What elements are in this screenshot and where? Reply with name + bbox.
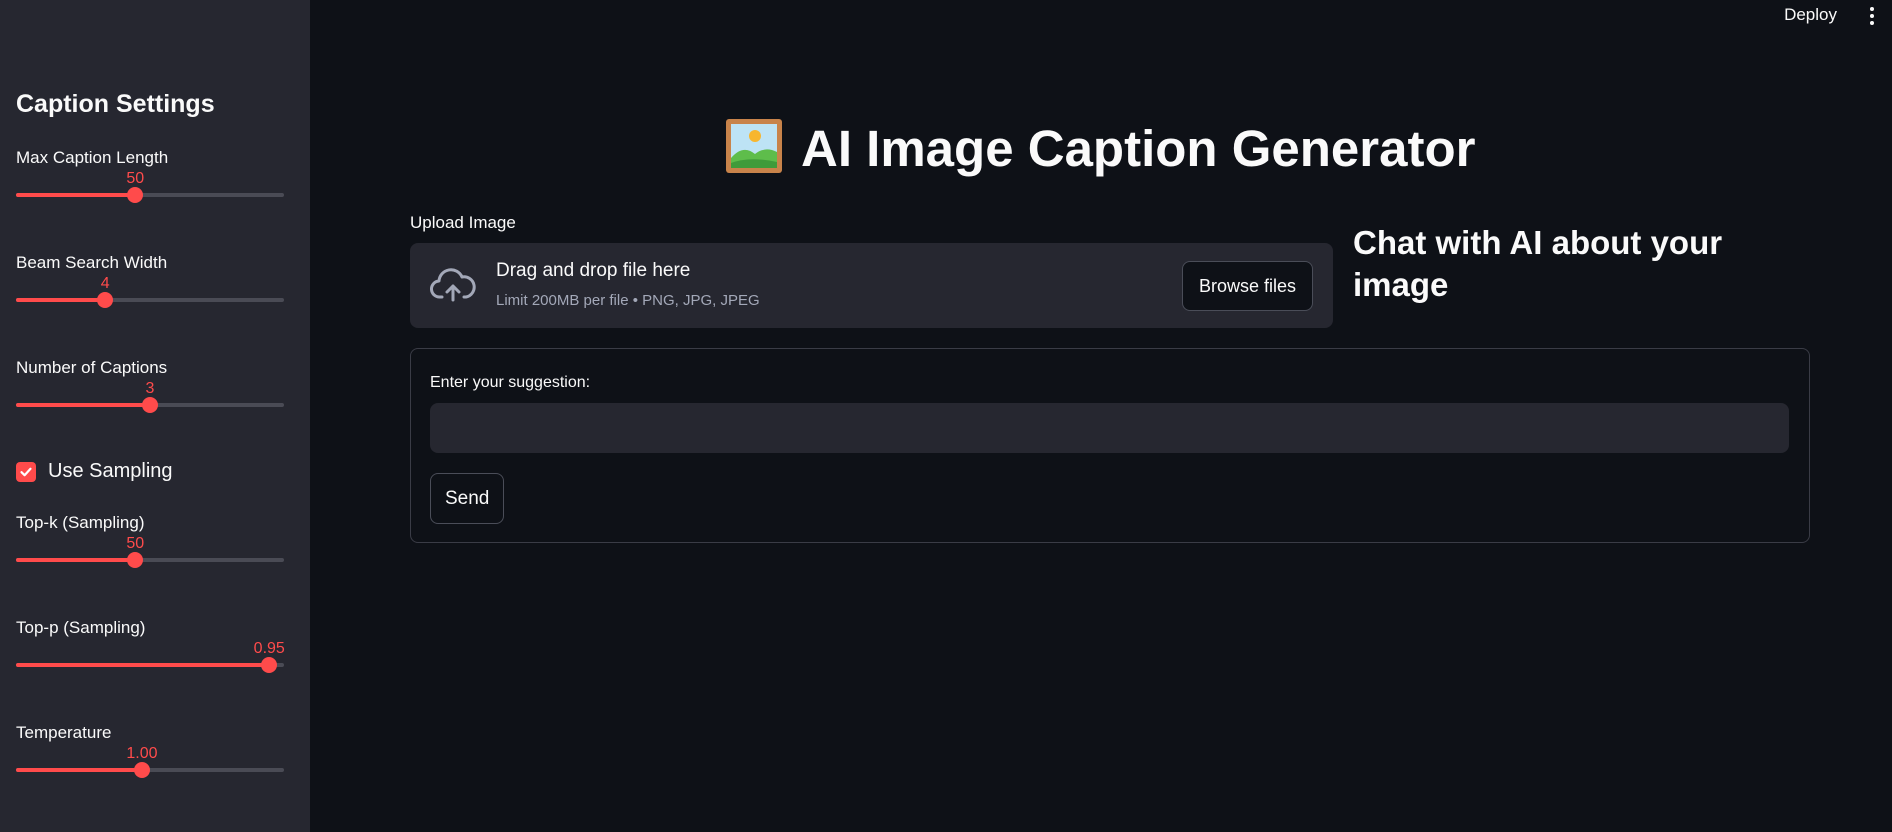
- slider-fill: [16, 193, 136, 197]
- slider-thumb[interactable]: [261, 657, 278, 673]
- app-root: Caption Settings Max Caption Length 50 B…: [0, 0, 1892, 832]
- slider-fill: [16, 403, 150, 407]
- chat-section-title: Chat with AI about your image: [1353, 224, 1723, 303]
- slider-label: Max Caption Length: [16, 148, 169, 167]
- slider-fill: [16, 768, 142, 772]
- slider-value: 4: [100, 275, 110, 292]
- slider-value: 1.00: [126, 745, 158, 762]
- slider-track[interactable]: [16, 552, 284, 568]
- slider-thumb[interactable]: [127, 187, 144, 203]
- slider-beam-search-width: Beam Search Width 4: [16, 253, 284, 323]
- slider-temperature: Temperature 1.00: [16, 723, 284, 793]
- framed-picture-icon: [725, 118, 783, 179]
- slider-fill: [16, 558, 136, 562]
- checkbox-checked-icon[interactable]: [16, 461, 36, 482]
- upload-label: Upload Image: [410, 213, 516, 232]
- slider-track[interactable]: [16, 397, 284, 413]
- page-title: AI Image Caption Generator: [725, 118, 1475, 179]
- slider-value: 3: [145, 380, 155, 397]
- browse-files-button[interactable]: Browse files: [1181, 261, 1313, 311]
- slider-thumb[interactable]: [133, 762, 150, 778]
- slider-track[interactable]: [16, 187, 284, 203]
- cloud-upload-icon: [430, 267, 476, 308]
- slider-fill: [16, 663, 270, 667]
- slider-fill: [16, 298, 106, 302]
- slider-label: Temperature: [16, 723, 112, 742]
- slider-thumb[interactable]: [97, 292, 114, 308]
- slider-thumb[interactable]: [142, 397, 158, 413]
- slider-label: Number of Captions: [16, 358, 168, 377]
- slider-label: Beam Search Width: [16, 253, 168, 272]
- slider-track[interactable]: [16, 762, 284, 778]
- slider-value: 0.95: [253, 640, 285, 657]
- slider-number-of-captions: Number of Captions 3: [16, 358, 284, 428]
- more-menu-icon[interactable]: [1867, 4, 1877, 28]
- slider-value: 50: [126, 170, 145, 187]
- sidebar-title: Caption Settings: [16, 90, 215, 118]
- slider-label: Top-k (Sampling): [16, 513, 145, 532]
- checkbox-label: Use Sampling: [48, 460, 173, 482]
- sidebar: Caption Settings Max Caption Length 50 B…: [0, 0, 310, 832]
- slider-label: Top-p (Sampling): [16, 618, 146, 637]
- use-sampling-checkbox[interactable]: Use Sampling: [16, 460, 173, 483]
- slider-track[interactable]: [16, 657, 284, 673]
- suggestion-form: Enter your suggestion: Send: [410, 348, 1810, 543]
- page-title-text: AI Image Caption Generator: [801, 120, 1476, 177]
- deploy-button[interactable]: Deploy: [1784, 5, 1837, 25]
- slider-track[interactable]: [16, 292, 284, 308]
- suggestion-label: Enter your suggestion:: [430, 374, 591, 391]
- suggestion-input[interactable]: [430, 403, 1789, 453]
- dropzone-limit-text: Limit 200MB per file • PNG, JPG, JPEG: [496, 292, 760, 309]
- slider-thumb[interactable]: [127, 552, 144, 568]
- send-button[interactable]: Send: [430, 473, 505, 524]
- slider-top-k: Top-k (Sampling) 50: [16, 513, 284, 583]
- slider-top-p: Top-p (Sampling) 0.95: [16, 618, 285, 688]
- slider-max-caption-length: Max Caption Length 50: [16, 148, 284, 218]
- file-dropzone[interactable]: Drag and drop file here Limit 200MB per …: [410, 243, 1333, 328]
- slider-value: 50: [126, 535, 145, 552]
- dropzone-instruction: Drag and drop file here: [496, 260, 691, 281]
